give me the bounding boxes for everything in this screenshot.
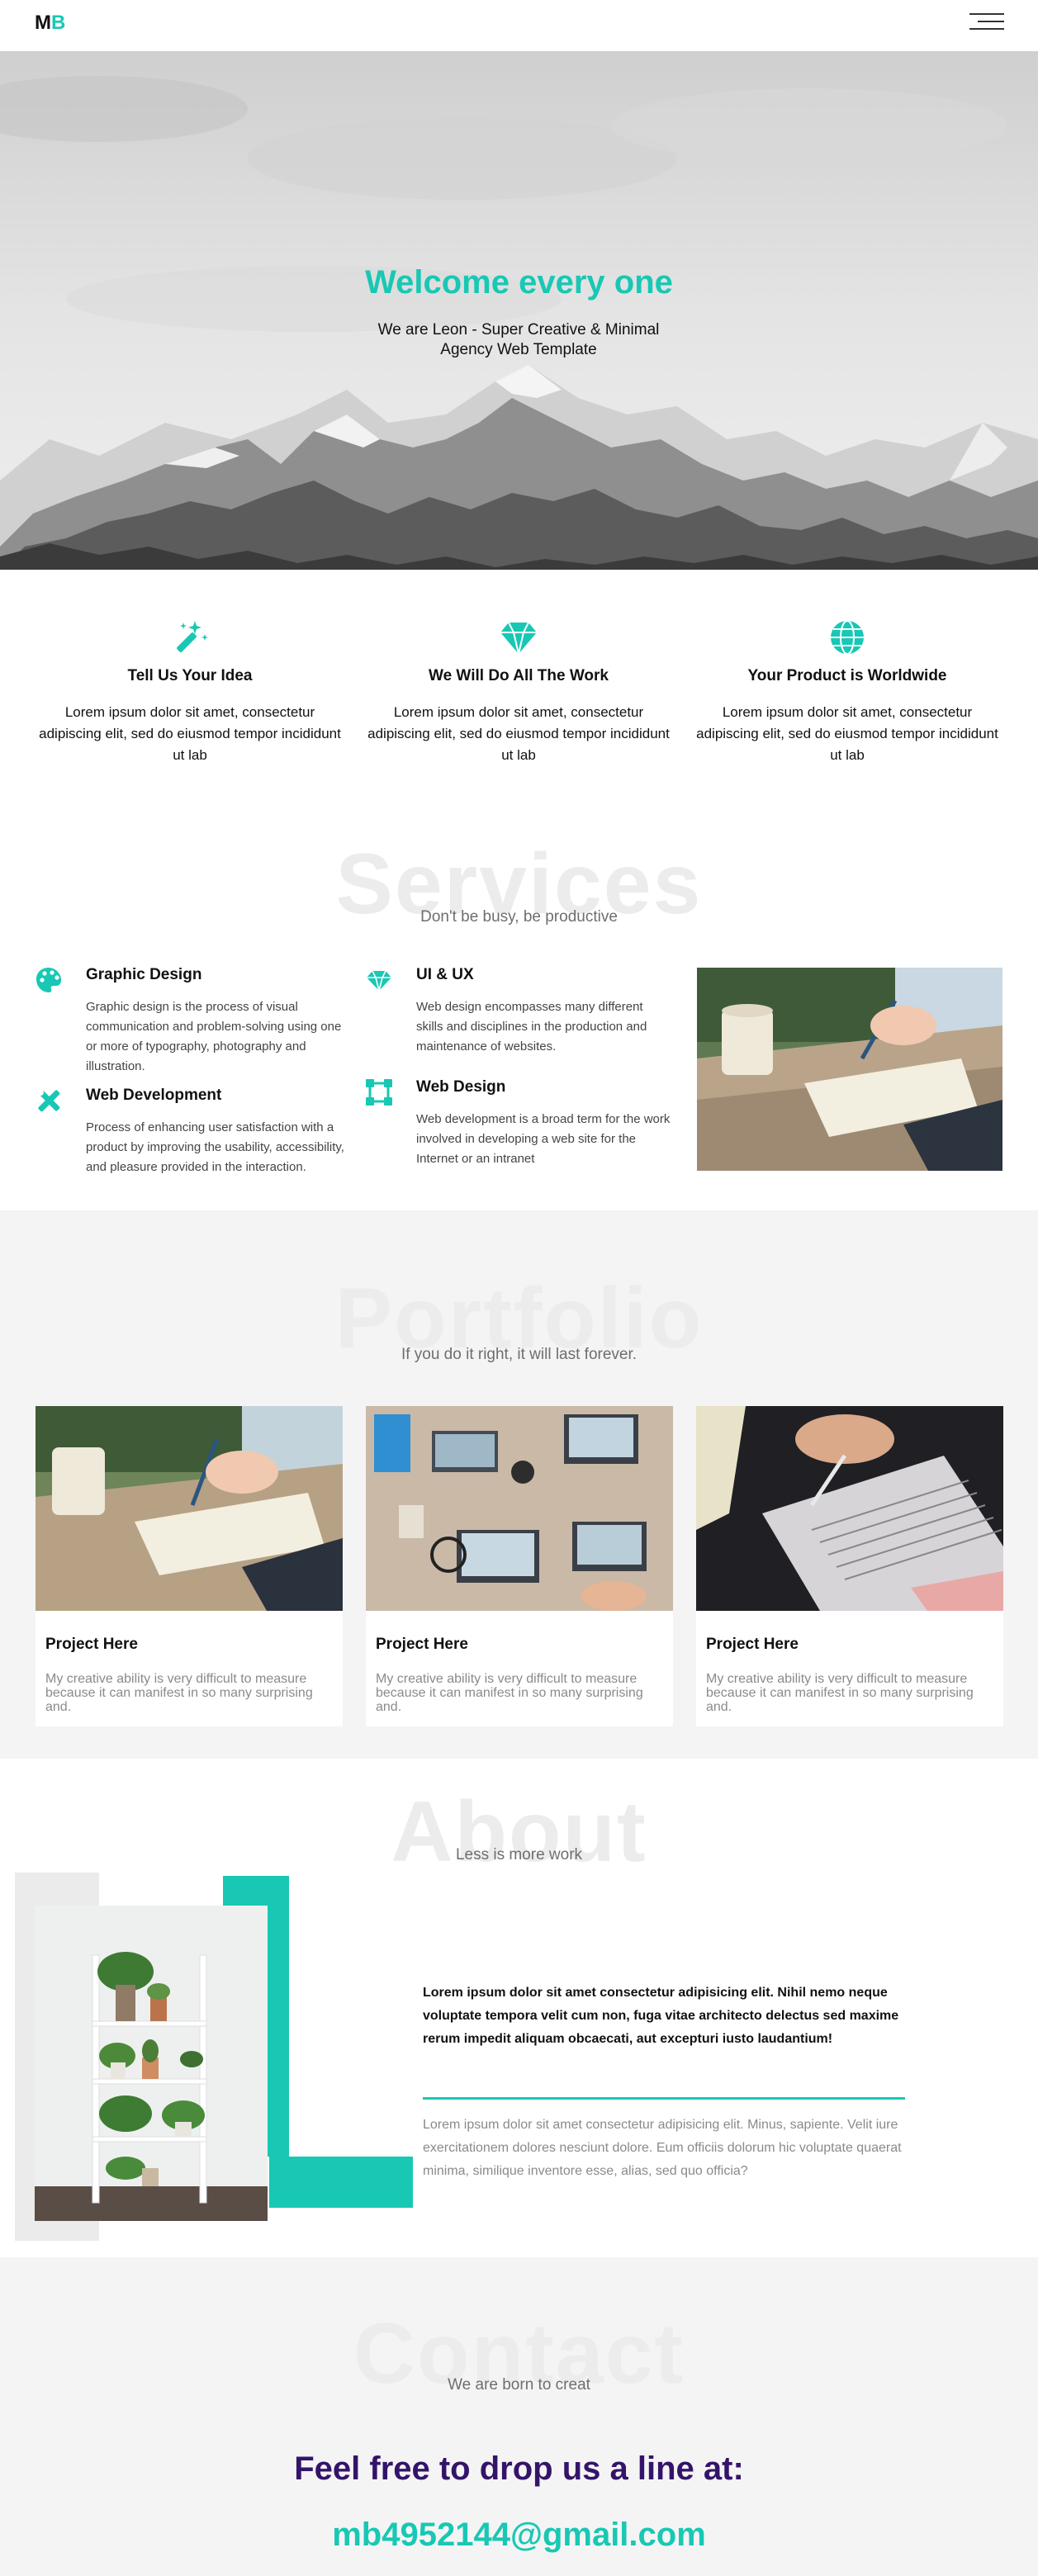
service-title: Graphic Design [86, 966, 202, 983]
service-title: UI & UX [416, 966, 474, 983]
about-image [35, 1906, 268, 2221]
service-graphic-design: Graphic Design Graphic design is the pro… [35, 966, 348, 1082]
feature-text: Lorem ipsum dolor sit amet, consectetur … [367, 704, 670, 763]
service-web-development: Web Development Process of enhancing use… [35, 1087, 348, 1202]
mountain-background [0, 51, 1038, 570]
portfolio-card[interactable]: Project Here My creative ability is very… [36, 1406, 343, 1726]
services-subtitle: Don't be busy, be productive [420, 908, 618, 926]
feature-title: Tell Us Your Idea [127, 667, 253, 684]
project-title: Project Here [45, 1636, 138, 1653]
menu-line [969, 28, 1004, 30]
portfolio-subtitle: If you do it right, it will last forever… [401, 1346, 637, 1363]
hero-subtitle: We are Leon - Super Creative & Minimal A… [377, 321, 660, 358]
contact-subtitle: We are born to creat [448, 2376, 590, 2394]
about-accent-frame [269, 2157, 413, 2208]
menu-icon[interactable] [969, 13, 1004, 31]
service-text: Graphic design is the process of visual … [86, 1000, 342, 1073]
menu-line [978, 21, 1004, 22]
about-bigword: About [391, 1784, 647, 1880]
hero-section: Welcome every one We are Leon - Super Cr… [0, 51, 1038, 570]
hero-title: Welcome every one [365, 264, 673, 301]
about-subtitle: Less is more work [455, 1846, 583, 1863]
tools-icon [35, 1087, 63, 1115]
contact-heading: Feel free to drop us a line at: [294, 2451, 744, 2487]
magic-wand-icon [170, 618, 210, 657]
services-image [697, 968, 1002, 1171]
project-text: My creative ability is very difficult to… [706, 1672, 974, 1714]
menu-line [969, 13, 1004, 15]
logo[interactable]: MB [35, 12, 65, 35]
feature-title: We Will Do All The Work [429, 667, 609, 684]
globe-icon [827, 618, 867, 657]
diamond-icon [499, 618, 538, 657]
project-image [696, 1406, 1003, 1611]
logo-letter-m: M [35, 12, 51, 34]
project-text: My creative ability is very difficult to… [45, 1672, 313, 1714]
feature-text: Lorem ipsum dolor sit amet, consectetur … [39, 704, 341, 763]
feature-text: Lorem ipsum dolor sit amet, consectetur … [696, 704, 998, 763]
about-lead-text: Lorem ipsum dolor sit amet consectetur a… [423, 1986, 899, 2046]
service-web-design: Web Design Web development is a broad te… [365, 1078, 679, 1177]
project-title: Project Here [706, 1636, 799, 1653]
project-title: Project Here [376, 1636, 468, 1653]
diamond-icon [365, 966, 393, 994]
feature-worldwide: Your Product is Worldwide Lorem ipsum do… [694, 618, 1001, 766]
portfolio-card[interactable]: Project Here My creative ability is very… [696, 1406, 1003, 1726]
service-ui-ux: UI & UX Web design encompasses many diff… [365, 966, 679, 1065]
project-image [36, 1406, 343, 1611]
service-title: Web Design [416, 1078, 506, 1096]
portfolio-card[interactable]: Project Here My creative ability is very… [366, 1406, 673, 1726]
about-body-text: Lorem ipsum dolor sit amet consectetur a… [423, 2118, 902, 2178]
service-text: Web design encompasses many different sk… [416, 1000, 647, 1054]
service-text: Web development is a broad term for the … [416, 1112, 671, 1166]
service-text: Process of enhancing user satisfaction w… [86, 1120, 344, 1174]
feature-work: We Will Do All The Work Lorem ipsum dolo… [365, 618, 672, 766]
project-text: My creative ability is very difficult to… [376, 1672, 643, 1714]
logo-letter-b: B [51, 12, 66, 34]
contact-email-link[interactable]: mb4952144@gmail.com [0, 2517, 1038, 2554]
about-divider [423, 2097, 905, 2100]
feature-idea: Tell Us Your Idea Lorem ipsum dolor sit … [36, 618, 344, 766]
feature-title: Your Product is Worldwide [747, 667, 947, 684]
service-title: Web Development [86, 1087, 222, 1104]
vector-square-icon [365, 1078, 393, 1106]
project-image [366, 1406, 673, 1611]
palette-icon [35, 966, 63, 994]
navbar: MB [0, 0, 1038, 51]
